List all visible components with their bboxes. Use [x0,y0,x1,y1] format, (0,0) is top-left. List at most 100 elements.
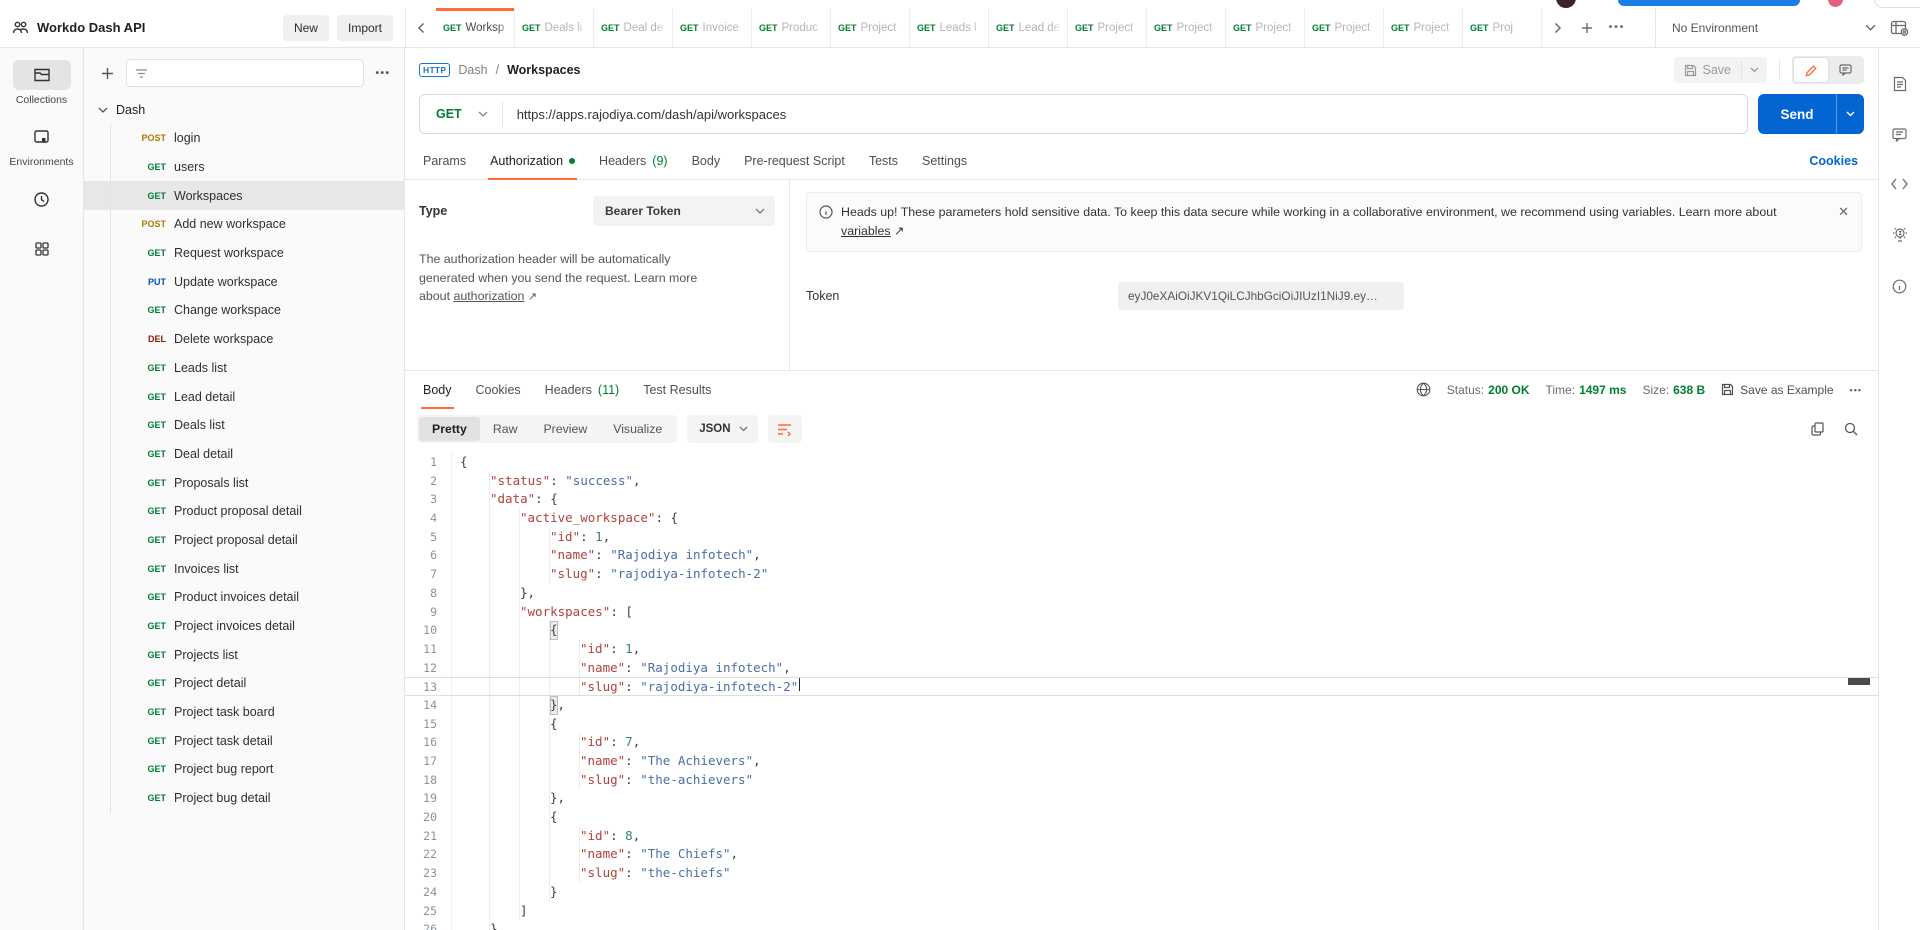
edit-mode-button[interactable] [1794,58,1828,82]
request-list-item[interactable]: GETProposals list [84,468,404,497]
request-list-item[interactable]: GETProduct invoices detail [84,583,404,612]
request-list-item[interactable]: GETProject proposal detail [84,526,404,555]
sidebar-more-button[interactable]: ••• [372,62,394,84]
request-list-item[interactable]: GETLead detail [84,382,404,411]
tab-options-button[interactable]: ••• [1602,8,1632,47]
wrap-lines-button[interactable] [768,415,802,443]
related-requests-icon[interactable] [1892,226,1908,243]
open-tab[interactable]: GETProject [1305,8,1384,47]
import-button[interactable]: Import [337,15,393,41]
variables-docs-link[interactable]: variables [841,224,891,238]
workspace-switcher[interactable]: Workdo Dash API New Import [0,8,405,47]
open-tab[interactable]: GETProject [1068,8,1147,47]
collection-dash[interactable]: Dash [84,96,404,124]
request-list-item[interactable]: GETProject task board [84,698,404,727]
open-tab[interactable]: GETLead de [989,8,1068,47]
request-list-item[interactable]: GETProjects list [84,640,404,669]
request-list-item[interactable]: PUTUpdate workspace [84,267,404,296]
add-collection-button[interactable] [96,62,118,84]
view-pretty[interactable]: Pretty [419,417,480,441]
sidebar-item-environments[interactable]: Environments [9,122,73,168]
cookies-link[interactable]: Cookies [1809,154,1872,168]
response-body-json[interactable]: 1{2"status": "success",3"data": {4"activ… [405,450,1878,930]
save-button[interactable]: Save [1674,57,1742,83]
response-more-button[interactable]: ••• [1850,385,1862,395]
open-tab[interactable]: GETDeals li [515,8,594,47]
request-list-item[interactable]: GETusers [84,153,404,182]
request-tab-body[interactable]: Body [680,142,733,179]
save-options-button[interactable] [1741,61,1767,79]
request-tab-settings[interactable]: Settings [910,142,979,179]
new-tab-button[interactable] [1572,8,1602,47]
breadcrumb-request-name[interactable]: Workspaces [507,63,580,77]
format-select[interactable]: JSON [687,415,757,443]
request-tab-tests[interactable]: Tests [857,142,910,179]
send-button[interactable]: Send [1758,94,1836,134]
environment-selector[interactable]: No Environment [1655,8,1920,47]
request-list-item[interactable]: GETProject task detail [84,726,404,755]
auth-type-select[interactable]: Bearer Token [593,196,775,226]
request-list-item[interactable]: DELDelete workspace [84,325,404,354]
send-options-button[interactable] [1836,94,1864,134]
view-visualize[interactable]: Visualize [600,417,675,441]
code-snippet-icon[interactable] [1891,178,1908,190]
sidebar-item-collections[interactable]: Collections [13,60,71,106]
request-list-item[interactable]: GETInvoices list [84,554,404,583]
view-preview[interactable]: Preview [530,417,600,441]
open-tab[interactable]: GETProject [1147,8,1226,47]
request-list-item[interactable]: GETProject invoices detail [84,612,404,641]
open-tab[interactable]: GETProj [1463,8,1542,47]
copy-icon[interactable] [1811,422,1824,436]
method-select[interactable]: GET [420,107,502,121]
open-tab[interactable]: GETLeads l [910,8,989,47]
documentation-icon[interactable] [1893,76,1907,92]
response-tab-body[interactable]: Body [411,371,464,408]
search-icon[interactable] [1844,422,1858,436]
size-value[interactable]: 638 B [1673,383,1705,397]
request-tab-pre-request-script[interactable]: Pre-request Script [732,142,857,179]
token-value-input[interactable]: eyJ0eXAiOiJKV1QiLCJhbGciOiJIUzI1NiJ9.ey… [1118,282,1404,310]
status-value[interactable]: 200 OK [1488,383,1529,397]
request-list-item[interactable]: GETProject bug report [84,755,404,784]
request-list-item[interactable]: GETRequest workspace [84,239,404,268]
request-tab-headers[interactable]: Headers(9) [587,142,680,179]
comments-icon[interactable] [1892,128,1907,142]
request-tab-authorization[interactable]: Authorization [478,142,587,179]
info-icon[interactable] [1892,279,1907,294]
response-tab-cookies[interactable]: Cookies [464,371,533,408]
time-value[interactable]: 1497 ms [1579,383,1626,397]
request-list-item[interactable]: GETDeals list [84,411,404,440]
open-tab[interactable]: GETWorksp [436,8,515,47]
banner-close-icon[interactable]: ✕ [1838,202,1849,222]
open-tab[interactable]: GETProject [1384,8,1463,47]
request-list-item[interactable]: GETLeads list [84,354,404,383]
save-as-example-button[interactable]: Save as Example [1721,383,1833,397]
request-list-item[interactable]: POSTAdd new workspace [84,210,404,239]
open-tab[interactable]: GETProduc [752,8,831,47]
request-list-item[interactable]: GETChange workspace [84,296,404,325]
response-tab-headers[interactable]: Headers(11) [533,371,632,408]
request-list-item[interactable]: POSTlogin [84,124,404,153]
tabs-scroll-left-button[interactable] [406,8,436,47]
comment-mode-button[interactable] [1828,58,1862,82]
open-tab[interactable]: GETDeal de [594,8,673,47]
url-input[interactable]: https://apps.rajodiya.com/dash/api/works… [503,107,1747,122]
new-button[interactable]: New [283,15,329,41]
view-raw[interactable]: Raw [480,417,531,441]
open-tab[interactable]: GETInvoice [673,8,752,47]
request-list-item[interactable]: GETProduct proposal detail [84,497,404,526]
request-list-item[interactable]: GETWorkspaces [84,181,404,210]
request-list-item[interactable]: GETProject detail [84,669,404,698]
request-tab-params[interactable]: Params [411,142,478,179]
request-list-item[interactable]: GETProject bug detail [84,784,404,813]
open-tab[interactable]: GETProject [831,8,910,47]
sidebar-item-history[interactable] [13,184,71,218]
request-list-item[interactable]: GETDeal detail [84,440,404,469]
sidebar-item-more-tools[interactable] [13,234,71,264]
search-collections-input[interactable] [126,59,364,87]
response-tab-test-results[interactable]: Test Results [631,371,723,408]
breadcrumb-collection[interactable]: Dash [458,63,487,77]
tabs-scroll-right-button[interactable] [1542,8,1572,47]
authorization-docs-link[interactable]: authorization [453,289,524,303]
open-tab[interactable]: GETProject [1226,8,1305,47]
